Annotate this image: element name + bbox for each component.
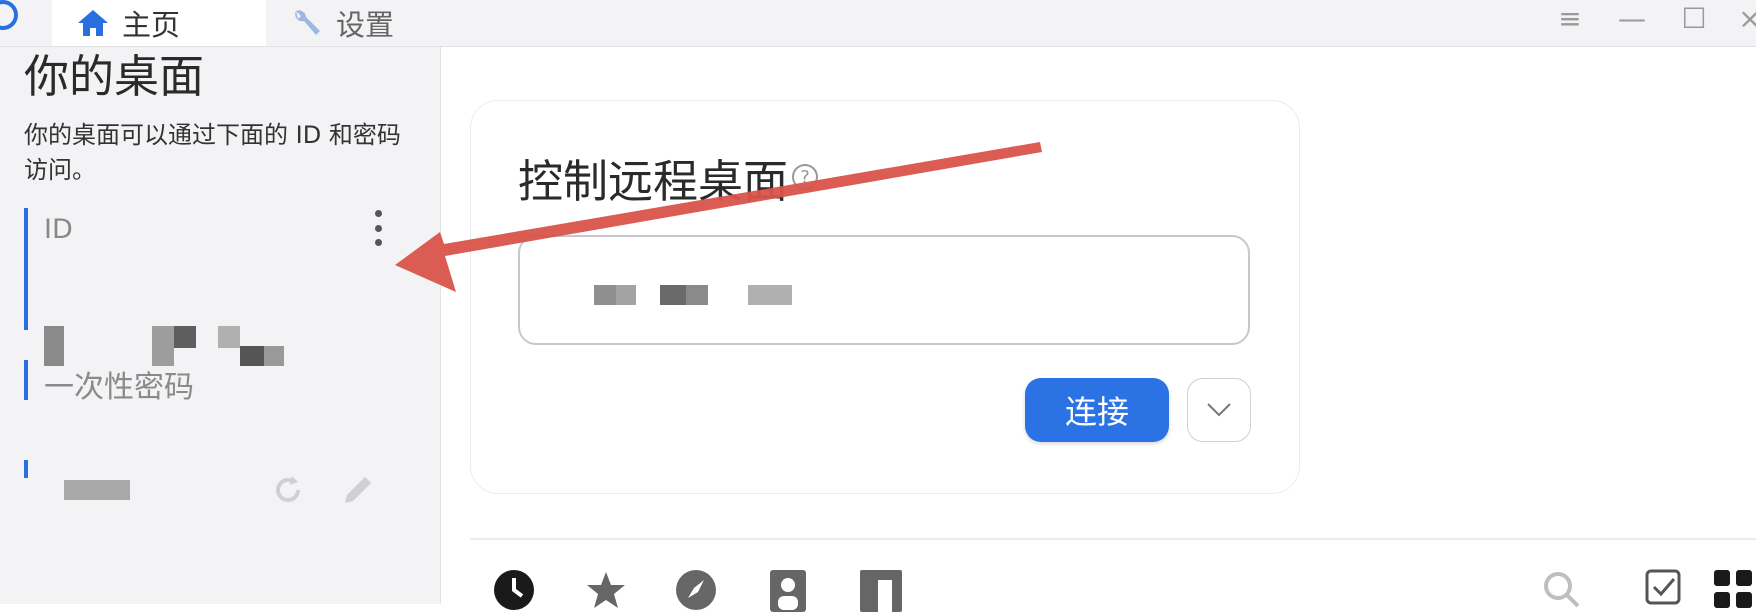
sidebar-description: 你的桌面可以通过下面的 ID 和密码访问。 (24, 121, 401, 184)
group-tab[interactable] (858, 568, 902, 612)
remote-id-input[interactable] (518, 235, 1250, 345)
select-mode-button[interactable] (1644, 568, 1688, 612)
checkbox-icon (1645, 569, 1681, 605)
title-bar: 主页 设置 ≡ — ☐ × (0, 0, 1756, 47)
section-divider (470, 538, 1756, 540)
pencil-icon (345, 477, 371, 503)
discovered-tab[interactable] (674, 568, 718, 612)
edit-password-button[interactable] (338, 470, 378, 510)
minimize-icon: — (1618, 1, 1646, 35)
home-icon (76, 8, 110, 38)
maximize-icon: ☐ (1681, 1, 1707, 35)
app-logo-icon (0, 0, 18, 30)
id-label: ID (44, 214, 73, 245)
password-label: 一次性密码 (44, 370, 194, 405)
id-menu-button[interactable] (372, 210, 384, 246)
maximize-button[interactable]: ☐ (1674, 0, 1714, 36)
more-dot (374, 239, 382, 246)
wrench-icon (288, 7, 324, 39)
tab-home-label: 主页 (122, 8, 181, 42)
id-field-accent (24, 208, 28, 330)
close-button[interactable]: × (1738, 0, 1756, 36)
contact-icon (770, 570, 806, 612)
more-dot (374, 210, 382, 217)
address-book-tab[interactable] (766, 568, 810, 612)
recent-sessions-tab[interactable] (492, 568, 536, 612)
connect-button[interactable]: 连接 (1025, 378, 1169, 442)
card-title: 控制远程桌面 (518, 155, 789, 208)
favorites-tab[interactable] (584, 568, 628, 612)
help-icon[interactable]: ? (792, 164, 818, 190)
refresh-icon (276, 476, 300, 502)
compass-icon (676, 570, 716, 610)
search-icon (1544, 572, 1580, 608)
clock-icon (494, 570, 534, 610)
sidebar-title: 你的桌面 (24, 50, 205, 103)
password-field-accent (24, 360, 28, 400)
chevron-down-icon (1207, 403, 1231, 417)
grid-icon (1714, 570, 1752, 608)
menu-button[interactable]: ≡ (1552, 0, 1588, 36)
search-button[interactable] (1540, 568, 1584, 612)
connect-options-button[interactable] (1187, 378, 1251, 442)
refresh-password-button[interactable] (268, 470, 308, 510)
tab-settings[interactable]: 设置 (288, 0, 394, 46)
close-icon: × (1738, 1, 1756, 35)
group-icon (860, 570, 902, 612)
tab-settings-label: 设置 (336, 8, 395, 42)
minimize-button[interactable]: — (1612, 0, 1652, 36)
grid-view-button[interactable] (1712, 568, 1756, 612)
star-icon (587, 572, 625, 608)
password-field-accent-bottom (24, 460, 28, 478)
more-dot (374, 224, 382, 232)
menu-icon: ≡ (1558, 1, 1582, 35)
